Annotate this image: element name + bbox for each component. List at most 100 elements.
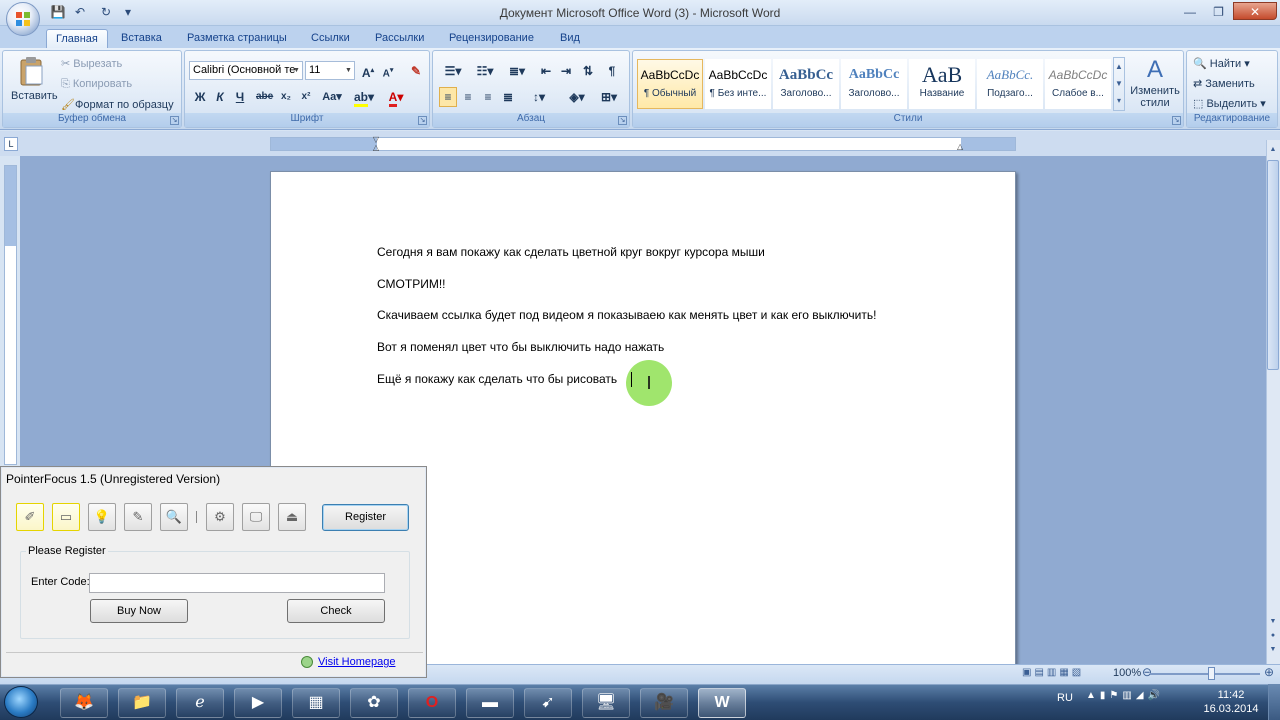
- visit-homepage-link[interactable]: Visit Homepage: [318, 656, 395, 668]
- start-button[interactable]: [4, 686, 38, 718]
- superscript-icon[interactable]: x²: [297, 87, 315, 107]
- align-center-icon[interactable]: ≡: [459, 87, 477, 107]
- paragraph[interactable]: Сегодня я вам покажу как сделать цветной…: [377, 245, 765, 259]
- check-button[interactable]: Check: [287, 599, 385, 623]
- find-button[interactable]: 🔍 Найти ▾: [1193, 57, 1250, 70]
- zoom-slider-thumb[interactable]: [1208, 667, 1215, 680]
- scroll-thumb[interactable]: [1267, 160, 1279, 370]
- word-icon[interactable]: W: [698, 688, 746, 718]
- pen-tool-icon[interactable]: ✐: [16, 503, 44, 531]
- tab-home[interactable]: Главная: [46, 29, 108, 48]
- decrease-indent-icon[interactable]: ⇤: [537, 61, 555, 81]
- app-icon[interactable]: ✿: [350, 688, 398, 718]
- cut-button[interactable]: ✂ Вырезать: [61, 57, 122, 70]
- internet-explorer-icon[interactable]: ℯ: [176, 688, 224, 718]
- italic-icon[interactable]: К: [211, 87, 229, 107]
- scroll-down-icon[interactable]: ▼: [1267, 618, 1279, 630]
- align-right-icon[interactable]: ≡: [479, 87, 497, 107]
- cursor-app-icon[interactable]: ➹: [524, 688, 572, 718]
- explorer-folder-icon[interactable]: 📁: [118, 688, 166, 718]
- zoom-out-icon[interactable]: ⊖: [1142, 665, 1152, 679]
- highlight-tool-icon[interactable]: ▭: [52, 503, 80, 531]
- magnifier-icon[interactable]: 🔍: [160, 503, 188, 531]
- paragraph-launcher-icon[interactable]: ↘: [618, 116, 627, 125]
- clock[interactable]: 11:42 16.03.2014: [1203, 688, 1259, 716]
- sort-icon[interactable]: ⇅: [579, 61, 597, 81]
- next-page-icon[interactable]: ▼: [1267, 646, 1279, 658]
- paragraph[interactable]: Ещё я покажу как сделать что бы рисовать: [377, 372, 617, 386]
- multilevel-list-icon[interactable]: ≣▾: [503, 61, 531, 81]
- style-subtle-emphasis[interactable]: AaBbCcDc Слабое в...: [1045, 59, 1111, 109]
- paragraph[interactable]: СМОТРИМ!!: [377, 277, 445, 291]
- subscript-icon[interactable]: x₂: [277, 87, 295, 107]
- opera-icon[interactable]: O: [408, 688, 456, 718]
- clear-format-icon[interactable]: ✎: [407, 61, 425, 81]
- firefox-icon[interactable]: 🦊: [60, 688, 108, 718]
- font-name-combo[interactable]: Calibri (Основной те ▼: [189, 61, 303, 80]
- browse-object-icon[interactable]: ●: [1267, 632, 1279, 644]
- underline-icon[interactable]: Ч: [231, 87, 249, 107]
- style-heading-2[interactable]: AaBbCc Заголово...: [841, 59, 907, 109]
- vertical-ruler[interactable]: [4, 165, 17, 465]
- line-spacing-icon[interactable]: ↕▾: [525, 87, 553, 107]
- tab-page-layout[interactable]: Разметка страницы: [178, 29, 296, 48]
- annotate-icon[interactable]: ✎: [124, 503, 152, 531]
- office-button[interactable]: [6, 2, 40, 36]
- code-input[interactable]: [89, 573, 385, 593]
- replace-button[interactable]: ⇄ Заменить: [1193, 77, 1255, 90]
- styles-launcher-icon[interactable]: ↘: [1172, 116, 1181, 125]
- increase-indent-icon[interactable]: ⇥: [557, 61, 575, 81]
- style-subtitle[interactable]: AaBbCc. Подзаго...: [977, 59, 1043, 109]
- strikethrough-icon[interactable]: abe: [255, 87, 273, 107]
- tray-icons[interactable]: ▲▮⚑▥◢🔊: [1086, 690, 1196, 701]
- tab-selector-icon[interactable]: L: [4, 137, 18, 151]
- exit-icon[interactable]: ⏏: [278, 503, 306, 531]
- tab-mailings[interactable]: Рассылки: [366, 29, 433, 48]
- tab-references[interactable]: Ссылки: [302, 29, 359, 48]
- app-icon[interactable]: ▦: [292, 688, 340, 718]
- buy-now-button[interactable]: Buy Now: [90, 599, 188, 623]
- settings-gear-icon[interactable]: ⚙: [206, 503, 234, 531]
- tab-review[interactable]: Рецензирование: [440, 29, 543, 48]
- close-button[interactable]: ✕: [1233, 2, 1277, 20]
- camera-icon[interactable]: 🎥: [640, 688, 688, 718]
- zoom-slider[interactable]: [1150, 673, 1260, 675]
- show-marks-icon[interactable]: ¶: [603, 61, 621, 81]
- zoom-level[interactable]: 100%: [1113, 667, 1141, 679]
- style-no-spacing[interactable]: AaBbCcDc ¶ Без инте...: [705, 59, 771, 109]
- grow-font-icon[interactable]: A▴: [359, 61, 377, 81]
- bold-icon[interactable]: Ж: [191, 87, 209, 107]
- numbering-icon[interactable]: ☷▾: [471, 61, 499, 81]
- shrink-font-icon[interactable]: A▾: [379, 61, 397, 81]
- style-title[interactable]: AaB Название: [909, 59, 975, 109]
- font-size-combo[interactable]: 11 ▼: [305, 61, 355, 80]
- screen-icon[interactable]: 🖵: [242, 503, 270, 531]
- bullets-icon[interactable]: ☰▾: [439, 61, 467, 81]
- media-player-icon[interactable]: ▶: [234, 688, 282, 718]
- change-styles-button[interactable]: A Изменить стили: [1127, 55, 1183, 109]
- indent-marker[interactable]: ▽ △: [371, 136, 381, 152]
- paste-button[interactable]: Вставить: [11, 55, 58, 111]
- scroll-up-icon[interactable]: ▲: [1267, 143, 1279, 157]
- style-heading-1[interactable]: AaBbCc Заголово...: [773, 59, 839, 109]
- maximize-button[interactable]: ❐: [1205, 2, 1232, 20]
- clipboard-launcher-icon[interactable]: ↘: [170, 116, 179, 125]
- minimize-button[interactable]: —: [1176, 2, 1204, 20]
- font-color-icon[interactable]: A▾: [383, 87, 409, 107]
- shading-icon[interactable]: ◈▾: [563, 87, 591, 107]
- styles-scroll[interactable]: ▲ ▼ ▾: [1113, 57, 1125, 111]
- highlight-icon[interactable]: ab▾: [351, 87, 377, 107]
- copy-button[interactable]: ⎘ Копировать: [61, 78, 132, 91]
- spotlight-icon[interactable]: 💡: [88, 503, 116, 531]
- right-indent-marker[interactable]: △: [957, 142, 963, 151]
- zoom-in-icon[interactable]: ⊕: [1264, 665, 1274, 679]
- align-left-icon[interactable]: ≡: [439, 87, 457, 107]
- horizontal-ruler[interactable]: ▽ △ △: [270, 136, 1016, 152]
- paragraph[interactable]: Вот я поменял цвет что бы выключить надо…: [377, 340, 664, 354]
- register-button[interactable]: Register: [322, 504, 409, 531]
- monitor-icon[interactable]: 🖥: [582, 688, 630, 718]
- style-normal[interactable]: AaBbCcDc ¶ Обычный: [637, 59, 703, 109]
- show-desktop-button[interactable]: [1268, 684, 1280, 720]
- paragraph[interactable]: Скачиваем ссылка будет под видеом я пока…: [377, 308, 876, 322]
- borders-icon[interactable]: ⊞▾: [595, 87, 623, 107]
